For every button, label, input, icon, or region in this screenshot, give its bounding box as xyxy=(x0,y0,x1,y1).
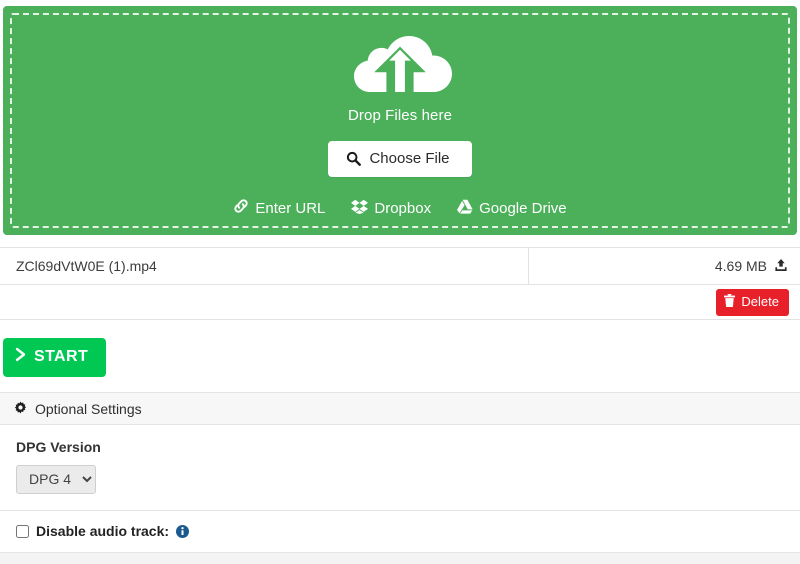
start-button-wrap: START xyxy=(3,338,106,377)
start-label: START xyxy=(34,348,88,366)
delete-label: Delete xyxy=(741,294,779,309)
cloud-upload-icon xyxy=(340,26,460,104)
choose-file-button[interactable]: Choose File xyxy=(328,141,471,177)
search-icon xyxy=(346,151,361,166)
optional-settings-header[interactable]: Optional Settings xyxy=(0,392,800,425)
delete-button[interactable]: Delete xyxy=(716,289,789,316)
dropbox-link[interactable]: Dropbox xyxy=(351,199,431,218)
google-drive-icon xyxy=(457,199,473,218)
info-icon[interactable] xyxy=(176,525,189,538)
enter-url-label: Enter URL xyxy=(255,200,325,217)
dpg-version-select[interactable]: DPG 4 xyxy=(16,465,96,494)
link-icon xyxy=(233,198,249,218)
gear-icon xyxy=(14,401,27,417)
dropbox-icon xyxy=(351,199,368,218)
chevron-right-icon xyxy=(15,347,27,367)
dropbox-label: Dropbox xyxy=(374,200,431,217)
trash-icon xyxy=(724,294,735,310)
google-drive-link[interactable]: Google Drive xyxy=(457,199,567,218)
file-name: ZCl69dVtW0E (1).mp4 xyxy=(0,247,529,285)
dpg-version-setting: DPG Version DPG 4 xyxy=(0,425,800,511)
file-dropzone[interactable]: Drop Files here Choose File Enter URL xyxy=(3,6,797,235)
enter-url-link[interactable]: Enter URL xyxy=(233,198,325,218)
file-size: 4.69 MB xyxy=(715,258,767,274)
disable-audio-checkbox[interactable] xyxy=(16,525,29,538)
optional-settings-body: DPG Version DPG 4 Disable audio track: xyxy=(0,425,800,553)
optional-settings-label: Optional Settings xyxy=(35,401,142,417)
file-size-cell: 4.69 MB xyxy=(529,247,800,285)
start-button[interactable]: START xyxy=(3,338,106,377)
table-row: ZCl69dVtW0E (1).mp4 4.69 MB xyxy=(0,247,800,285)
file-actions-row: Delete xyxy=(0,285,800,320)
dpg-version-label: DPG Version xyxy=(16,439,784,455)
page-bottom-spacer xyxy=(0,553,800,564)
optional-settings-panel: Optional Settings DPG Version DPG 4 Disa… xyxy=(0,392,800,553)
external-source-links: Enter URL Dropbox xyxy=(233,198,566,218)
upload-complete-icon xyxy=(774,258,788,275)
drop-files-label: Drop Files here xyxy=(348,107,452,124)
disable-audio-label: Disable audio track: xyxy=(36,523,169,539)
choose-file-label: Choose File xyxy=(369,150,449,167)
google-drive-label: Google Drive xyxy=(479,200,567,217)
disable-audio-setting: Disable audio track: xyxy=(0,511,800,553)
file-list: ZCl69dVtW0E (1).mp4 4.69 MB xyxy=(0,247,800,320)
converter-page: Drop Files here Choose File Enter URL xyxy=(0,0,800,564)
